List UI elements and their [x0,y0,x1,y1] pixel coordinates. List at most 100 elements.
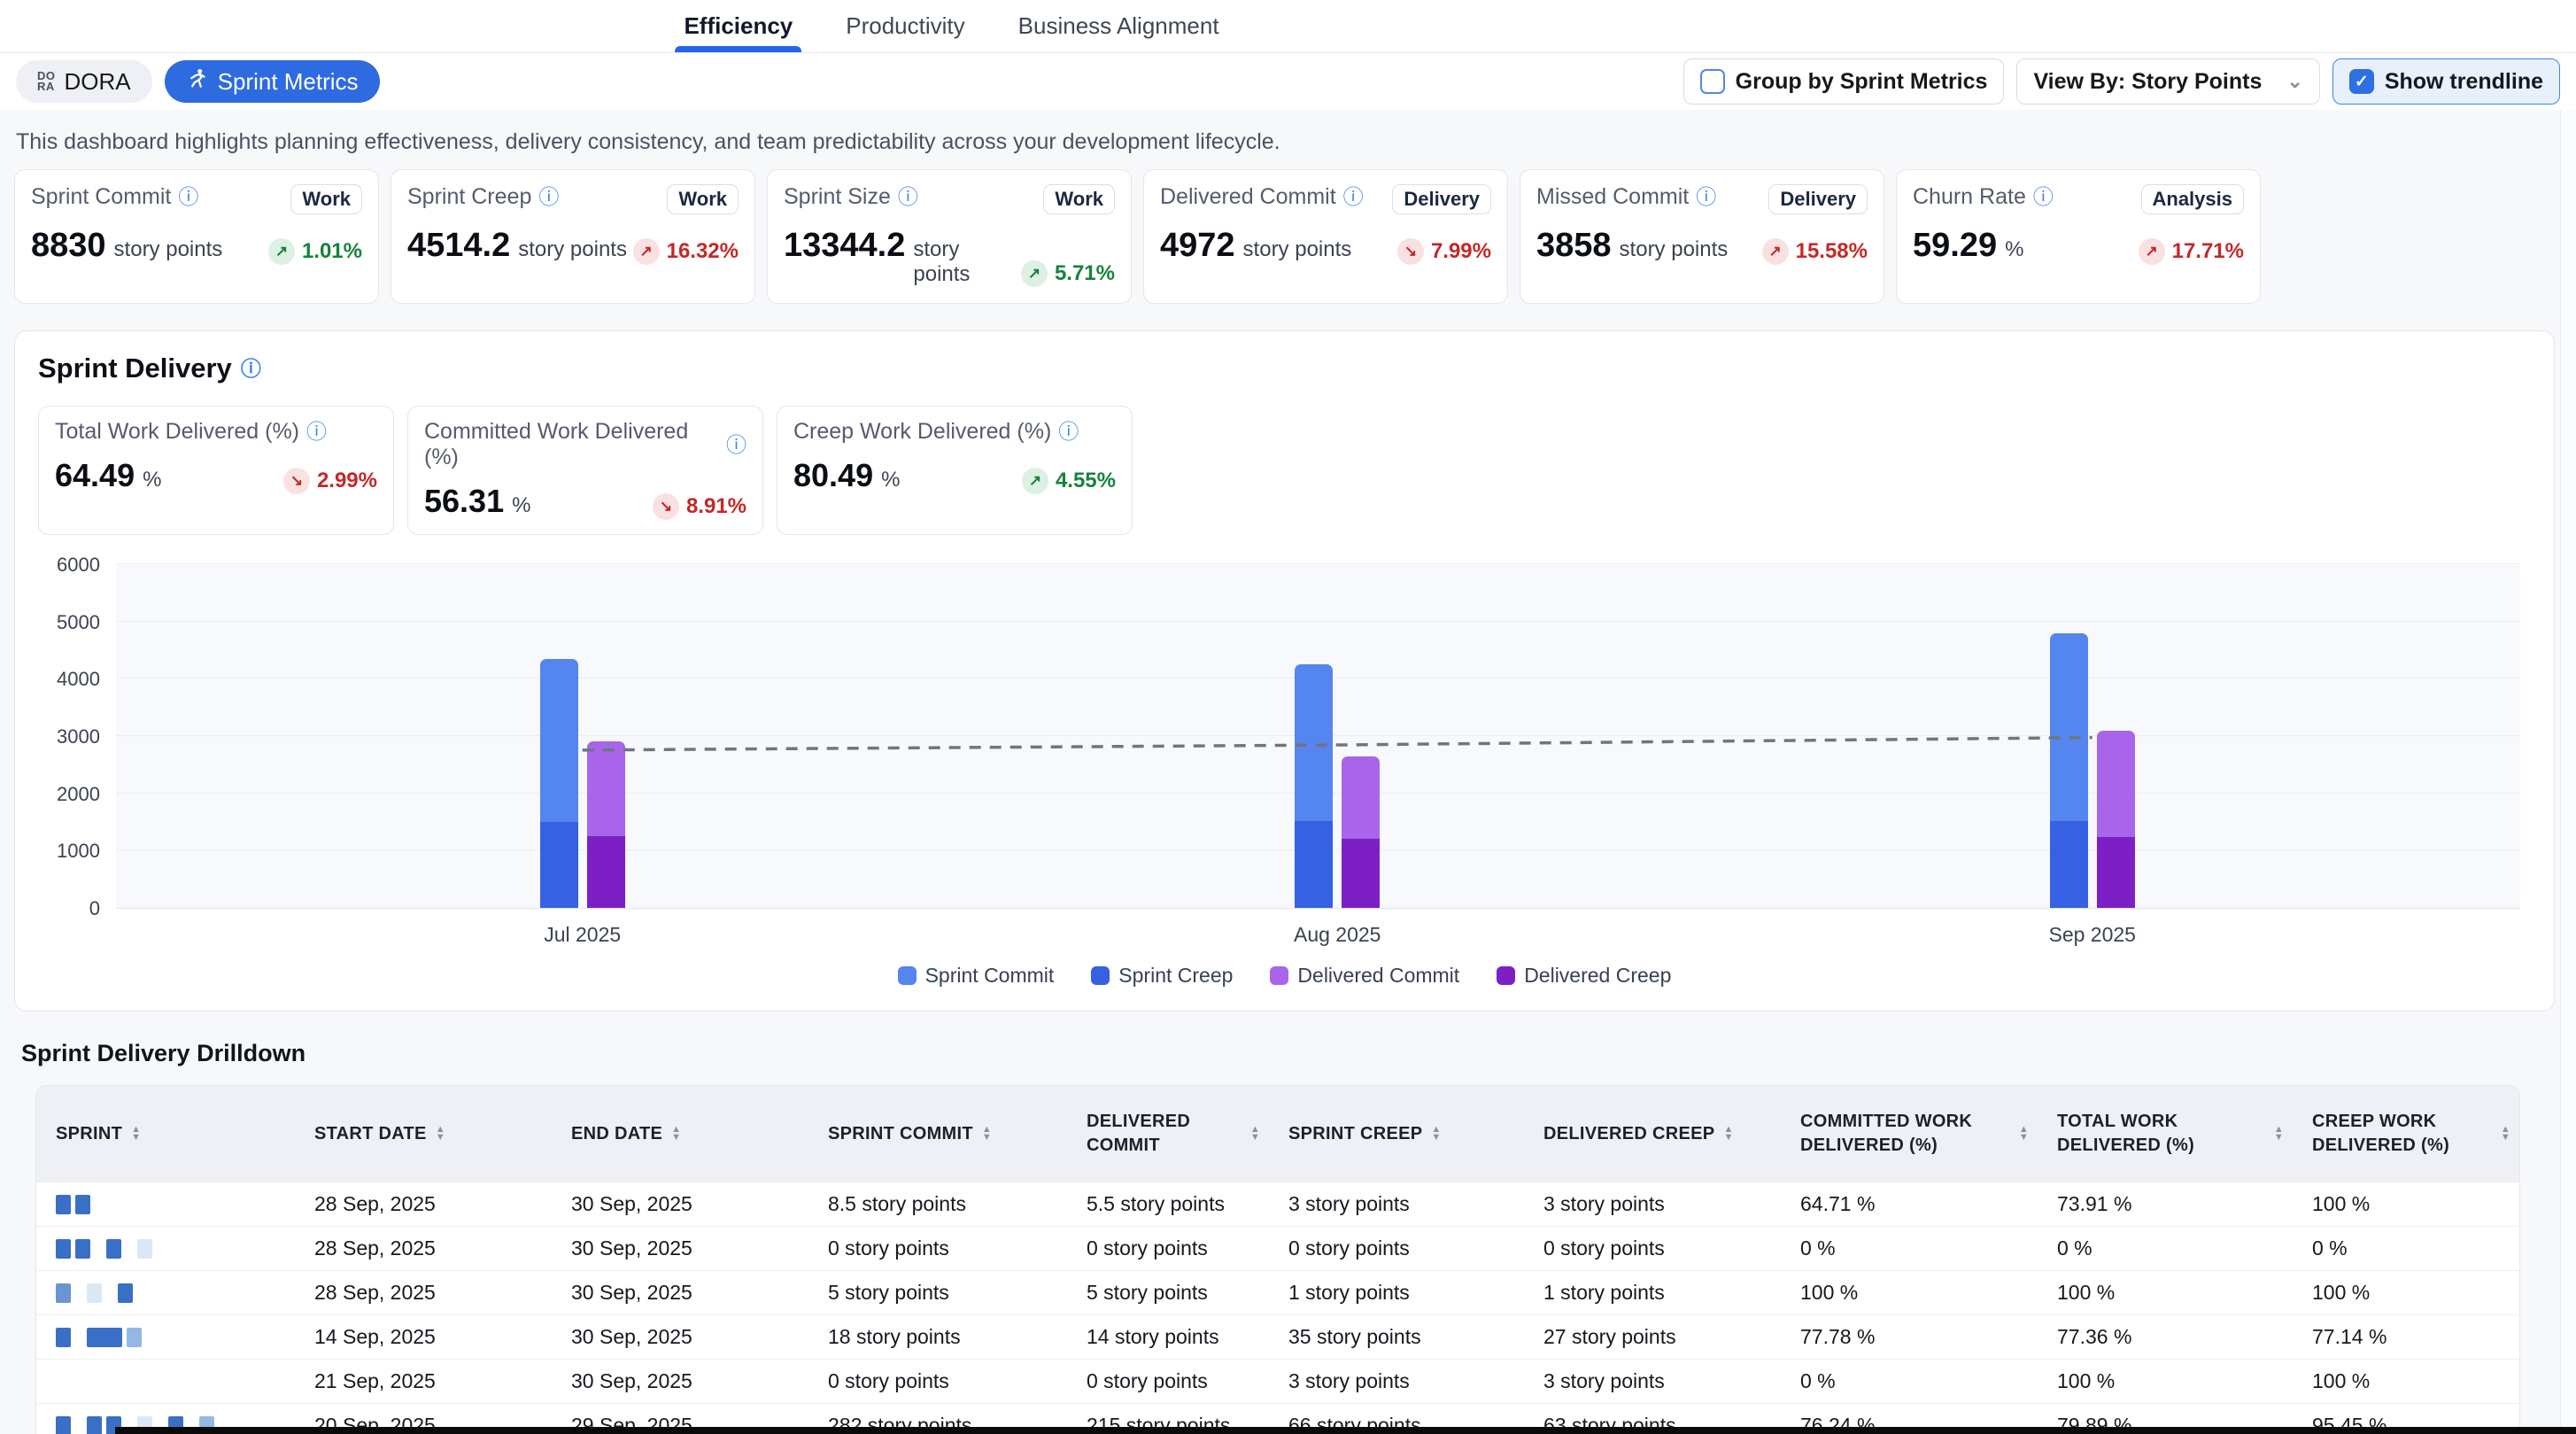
sort-icon[interactable]: ▲▼ [2019,1126,2029,1142]
bar-segment-bottom [2050,821,2088,908]
committed-work-delivered-cell: 0 % [1781,1236,2038,1260]
sprint-creep-cell: 3 story points [1269,1369,1524,1393]
sprint-cell [36,1328,295,1347]
view-by-dropdown[interactable]: View By: Story Points ⌄ [2016,58,2319,105]
info-icon[interactable]: ⓘ [1696,187,1716,207]
column-header-delivered-creep[interactable]: DELIVERED CREEP▲▼ [1524,1110,1781,1159]
committed-work-delivered-cell: 100 % [1781,1281,2038,1305]
chart-plot-area [116,565,2520,909]
sort-icon[interactable]: ▲▼ [436,1126,445,1142]
redaction-block [118,1283,133,1303]
legend-label: Delivered Creep [1524,964,1671,988]
info-icon[interactable]: ⓘ [538,187,559,207]
subcard-title-text: Total Work Delivered (%) [55,419,299,445]
bar-segment-top [1342,756,1380,840]
sort-icon[interactable]: ▲▼ [131,1126,141,1142]
column-header-sprint-commit[interactable]: SPRINT COMMIT ▲▼ [808,1110,1067,1159]
info-icon[interactable]: ⓘ [241,359,261,379]
sprint-commit-cell: 0 story points [808,1236,1067,1260]
table-header-row: SPRINT▲▼START DATE▲▼END DATE▲▼SPRINT COM… [36,1086,2519,1182]
vertical-scrollbar[interactable] [2560,110,2576,1434]
column-header-start-date[interactable]: START DATE▲▼ [295,1110,552,1159]
legend-swatch-icon [1270,966,1288,985]
group-by-sprint-metrics-checkbox[interactable]: Group by Sprint Metrics [1683,58,2005,105]
legend-item-delivered-creep[interactable]: Delivered Creep [1497,964,1671,988]
creep-work-delivered-cell: 0 % [2293,1236,2519,1260]
info-icon[interactable]: ⓘ [1343,187,1364,207]
sprint-creep-cell: 1 story points [1269,1281,1524,1305]
column-header-sprint[interactable]: SPRINT ▲▼ [36,1110,295,1159]
bar-segment-top [1295,664,1333,821]
delivered-creep-cell: 3 story points [1524,1192,1781,1216]
x-tick-label: Sep 2025 [2048,923,2135,947]
delivered-stack-bar [587,741,625,908]
info-icon[interactable]: ⓘ [178,187,198,207]
table-body: 28 Sep, 202530 Sep, 20258.5 story points… [36,1182,2519,1434]
redaction-block [75,1283,82,1303]
delivered-commit-cell: 0 story points [1067,1236,1269,1260]
start-date-cell: 14 Sep, 2025 [295,1325,552,1349]
column-header-committed-work-delivered[interactable]: COMMITTED WORK DELIVERED (%)▲▼ [1781,1097,2038,1170]
table-row: 28 Sep, 202530 Sep, 20250 story points0 … [36,1226,2519,1270]
checkbox-checked-icon[interactable]: ✓ [2349,69,2374,94]
info-icon[interactable]: ⓘ [898,187,918,207]
column-header-total-work-delivered[interactable]: TOTAL WORK DELIVERED (%)▲▼ [2038,1097,2293,1170]
y-tick-label: 3000 [57,725,100,748]
show-trendline-checkbox[interactable]: ✓ Show trendline [2332,58,2560,105]
sort-icon[interactable]: ▲▼ [982,1126,992,1142]
column-header-delivered-commit[interactable]: DELIVERED COMMIT ▲▼ [1067,1097,1269,1170]
subcard-unit: % [143,468,161,492]
column-header-label: SPRINT COMMIT [828,1122,973,1146]
legend-item-sprint-creep[interactable]: Sprint Creep [1091,964,1233,988]
tab-business-alignment[interactable]: Business Alignment [1018,0,1219,52]
redaction-block [75,1195,90,1214]
sort-icon[interactable]: ▲▼ [1723,1126,1733,1142]
column-header-end-date[interactable]: END DATE▲▼ [552,1110,808,1159]
tab-productivity[interactable]: Productivity [846,0,964,52]
legend-item-sprint-commit[interactable]: Sprint Commit [898,964,1055,988]
sort-icon[interactable]: ▲▼ [1250,1126,1260,1142]
column-header-label: DELIVERED COMMIT [1087,1110,1242,1158]
trend-indicator: ↗16.32% [633,238,739,265]
category-badge: Delivery [1392,184,1491,214]
redaction-block [56,1283,71,1303]
toolbar: DORA DORA Sprint Metrics Group by Sprint… [0,53,2576,110]
sort-icon[interactable]: ▲▼ [671,1126,681,1142]
chevron-down-icon: ⌄ [2286,70,2302,93]
redaction-block [126,1239,133,1259]
category-badge: Work [667,184,739,214]
dashboard-description: This dashboard highlights planning effec… [14,110,2562,155]
info-icon[interactable]: ⓘ [306,422,327,442]
metric-card-title: Delivered Commit ⓘ [1160,184,1364,210]
chart-y-axis: 0100020003000400050006000 [38,565,116,909]
sprint-stack-bar [2050,633,2088,908]
sort-icon[interactable]: ▲▼ [2501,1126,2510,1142]
dora-toggle-button[interactable]: DORA DORA [16,60,152,103]
checkbox-unchecked-icon[interactable] [1700,69,1725,94]
column-header-creep-work-delivered[interactable]: CREEP WORK DELIVERED (%)▲▼ [2293,1097,2519,1170]
sort-icon[interactable]: ▲▼ [1431,1126,1441,1142]
column-header-label: SPRINT [56,1122,122,1146]
metric-title-text: Delivered Commit [1160,184,1336,210]
metric-title-text: Churn Rate [1913,184,2026,210]
arrow-down-right-icon: ↘ [1397,238,1424,265]
delivered-creep-cell: 3 story points [1524,1369,1781,1393]
x-tick-label: Jul 2025 [544,923,621,947]
metric-unit: story points [114,237,223,262]
sprint-stack-bar [1295,664,1333,908]
tab-efficiency[interactable]: Efficiency [684,0,793,52]
legend-item-delivered-commit[interactable]: Delivered Commit [1270,964,1459,988]
info-icon[interactable]: ⓘ [726,435,746,455]
redaction-block [95,1239,102,1259]
info-icon[interactable]: ⓘ [1058,422,1079,442]
bar-segment-bottom [587,836,625,908]
info-icon[interactable]: ⓘ [2033,187,2054,207]
sprint-metrics-toggle-button[interactable]: Sprint Metrics [165,60,380,103]
sort-icon[interactable]: ▲▼ [2274,1126,2284,1142]
sprint-delivery-card: Sprint Delivery ⓘ Total Work Delivered (… [14,330,2555,1012]
sprint-stack-bar [540,659,578,908]
top-tab-bar: Efficiency Productivity Business Alignment [0,0,2576,53]
sort-down-icon: ▼ [131,1134,141,1142]
delivered-stack-bar [2097,731,2135,908]
column-header-sprint-creep[interactable]: SPRINT CREEP▲▼ [1269,1110,1524,1159]
